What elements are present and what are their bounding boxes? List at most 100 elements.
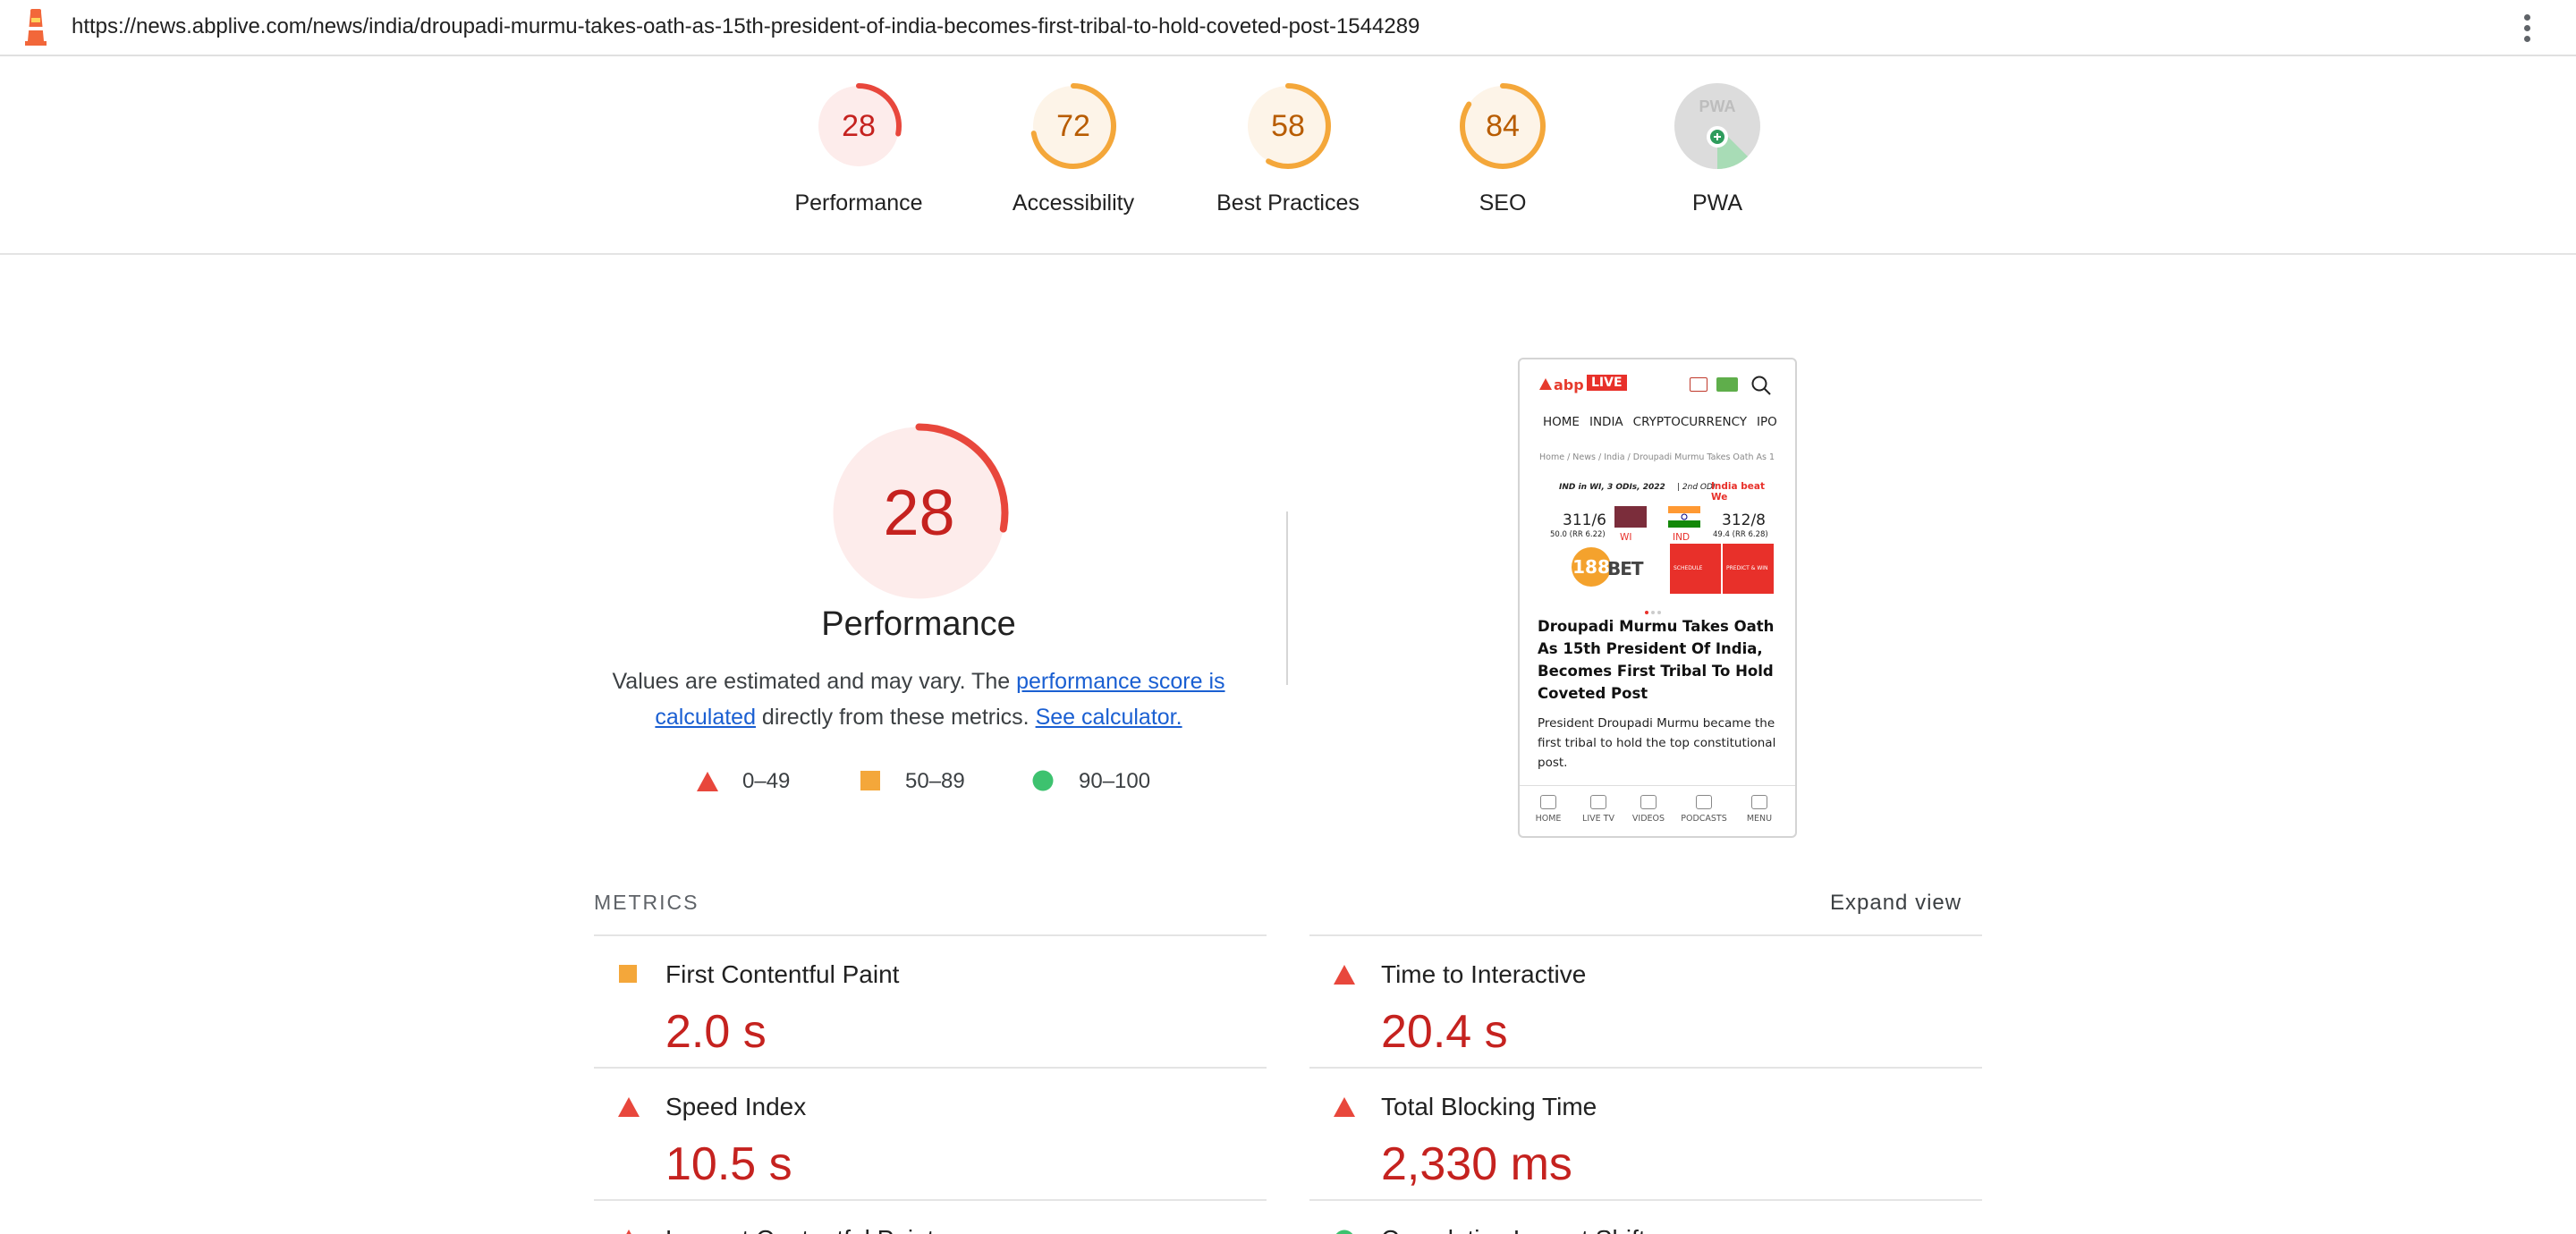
cricket-score-widget: IND in WI, 3 ODIs, 2022 | 2nd ODI India … xyxy=(1543,479,1774,594)
site-bottom-nav: HOME LIVE TV VIDEOS PODCASTS MENU xyxy=(1520,785,1795,836)
triangle-fail-icon xyxy=(626,1230,631,1234)
india-flag-icon xyxy=(1668,506,1700,528)
performance-description: Values are estimated and may vary. The p… xyxy=(608,663,1229,735)
team2-name: IND xyxy=(1673,532,1690,543)
metric-name: Speed Index xyxy=(665,1093,807,1120)
gauge-score: 58 xyxy=(1271,109,1305,143)
gauge-accessibility[interactable]: 72 Accessibility xyxy=(984,81,1163,216)
description-text-2: directly from these metrics. xyxy=(755,705,1030,730)
nav-item: IPO xyxy=(1757,415,1777,429)
triangle-fail-icon xyxy=(1334,965,1355,985)
play-icon xyxy=(1640,795,1657,809)
metric-name: Cumulative Layout Shift xyxy=(1381,1225,1646,1234)
nav-item: INDIA xyxy=(1589,415,1623,429)
metric-value: 10.5 s xyxy=(665,1138,792,1190)
performance-title: Performance xyxy=(821,605,1016,643)
page-url: https://news.abplive.com/news/india/drou… xyxy=(72,14,1420,38)
triangle-fail-icon xyxy=(618,1097,640,1117)
legend-average: 50–89 xyxy=(905,769,965,793)
site-nav: HOME INDIA CRYPTOCURRENCY IPO xyxy=(1543,415,1793,429)
live-badge: LIVE xyxy=(1587,375,1627,391)
gauge-score: 84 xyxy=(1486,109,1520,143)
site-brand: abp xyxy=(1554,376,1584,393)
gauge-label: PWA xyxy=(1691,190,1743,216)
schedule-button: SCHEDULE xyxy=(1670,544,1721,594)
team2-run-rate: 49.4 (RR 6.28) xyxy=(1713,530,1768,539)
circle-pass-icon xyxy=(1032,770,1054,791)
podcasts-nav: PODCASTS xyxy=(1679,795,1729,824)
description-text: Values are estimated and may vary. The xyxy=(612,669,1017,694)
search-icon xyxy=(1751,376,1771,395)
lighthouse-icon xyxy=(25,9,47,46)
predict-button: PREDICT & WIN xyxy=(1723,544,1774,594)
live-tv-nav: LIVE TV xyxy=(1573,795,1623,824)
series-name: IND in WI, 3 ODIs, 2022 xyxy=(1559,483,1665,492)
see-calculator-link[interactable]: See calculator. xyxy=(1036,705,1182,730)
performance-gauge: 28 xyxy=(816,83,902,169)
article-summary: President Droupadi Murmu became the firs… xyxy=(1538,716,1776,770)
url-bar: https://news.abplive.com/news/india/drou… xyxy=(0,0,2576,56)
team2-score: 312/8 xyxy=(1722,511,1766,529)
gauge-pwa[interactable]: PWA PWA xyxy=(1628,81,1807,216)
score-summary: 28 Performance 72 Accessibility 58 Best … xyxy=(0,56,2576,255)
metric-name: Total Blocking Time xyxy=(1381,1093,1597,1120)
gauge-performance[interactable]: 28 Performance xyxy=(769,81,948,216)
expand-view-toggle[interactable]: Expand view xyxy=(1830,891,1962,916)
legend-pass: 90–100 xyxy=(1079,769,1151,793)
gauge-label: Accessibility xyxy=(1012,190,1135,216)
team1-name: WI xyxy=(1620,532,1632,543)
tv-icon xyxy=(1690,377,1707,392)
home-nav: HOME xyxy=(1523,795,1573,824)
metric-value: 20.4 s xyxy=(1381,1006,1508,1058)
match-result: India beat We xyxy=(1711,481,1765,503)
tv-icon xyxy=(1590,795,1606,809)
team1-run-rate: 50.0 (RR 6.22) xyxy=(1550,530,1606,539)
performance-score-gauge: 28 xyxy=(829,423,1009,603)
metric-time-to-interactive: Time to Interactive 20.4 s xyxy=(1309,935,1980,1066)
triangle-fail-icon xyxy=(1334,1097,1355,1117)
videos-nav: VIDEOS xyxy=(1623,795,1674,824)
match-name: | 2nd ODI xyxy=(1677,483,1716,492)
gauge-label: Best Practices xyxy=(1216,190,1360,216)
seo-gauge: 84 xyxy=(1460,83,1546,169)
gauge-score: 28 xyxy=(842,109,876,143)
score-header: IND in WI, 3 ODIs, 2022 | 2nd ODI India … xyxy=(1543,479,1774,503)
mic-icon xyxy=(1696,795,1712,809)
metric-value: 2.0 s xyxy=(665,1006,767,1058)
best-practices-gauge: 58 xyxy=(1245,83,1331,169)
gauge-best-practices[interactable]: 58 Best Practices xyxy=(1199,81,1377,216)
abp-logo-icon xyxy=(1539,378,1552,390)
metric-total-blocking-time: Total Blocking Time 2,330 ms xyxy=(1309,1068,1980,1198)
grid-icon xyxy=(1751,795,1767,809)
performance-score: 28 xyxy=(883,478,954,549)
metric-name: Largest Contentful Paint xyxy=(665,1225,934,1234)
circle-pass-icon xyxy=(1335,1230,1353,1234)
ad-logo-text: BET xyxy=(1607,558,1644,579)
square-average-icon xyxy=(619,965,637,983)
divider xyxy=(1286,511,1288,685)
legend-fail: 0–49 xyxy=(742,769,791,793)
menu-nav: MENU xyxy=(1734,795,1784,824)
wi-flag-icon xyxy=(1614,506,1647,528)
team1-score: 311/6 xyxy=(1563,511,1606,529)
article-headline: Droupadi Murmu Takes Oath As 15th Presid… xyxy=(1538,618,1775,702)
square-average-icon xyxy=(860,771,880,790)
metric-largest-contentful-paint: Largest Contentful Paint xyxy=(594,1200,1265,1234)
ad-banner: 188 BET xyxy=(1543,544,1668,594)
flag-icon xyxy=(1716,377,1738,392)
metrics-heading: METRICS xyxy=(594,891,699,914)
gauge-seo[interactable]: 84 SEO xyxy=(1413,81,1592,216)
gauge-label: Performance xyxy=(794,190,923,216)
metric-name: Time to Interactive xyxy=(1381,960,1587,988)
final-screenshot[interactable]: abp LIVE HOME INDIA CRYPTOCURRENCY IPO Home… xyxy=(1518,358,1797,838)
gauge-score: 72 xyxy=(1056,109,1090,143)
triangle-fail-icon xyxy=(697,772,718,791)
home-icon xyxy=(1540,795,1556,809)
site-breadcrumb: Home / News / India / Droupadi Murmu Tak… xyxy=(1539,452,1775,462)
more-options-icon[interactable] xyxy=(2519,11,2537,46)
metric-speed-index: Speed Index 10.5 s xyxy=(594,1068,1265,1198)
nav-item: CRYPTOCURRENCY xyxy=(1632,415,1748,429)
metric-value: 2,330 ms xyxy=(1381,1138,1572,1190)
site-header: abp LIVE xyxy=(1520,359,1795,410)
metric-cumulative-layout-shift: Cumulative Layout Shift xyxy=(1309,1200,1980,1234)
